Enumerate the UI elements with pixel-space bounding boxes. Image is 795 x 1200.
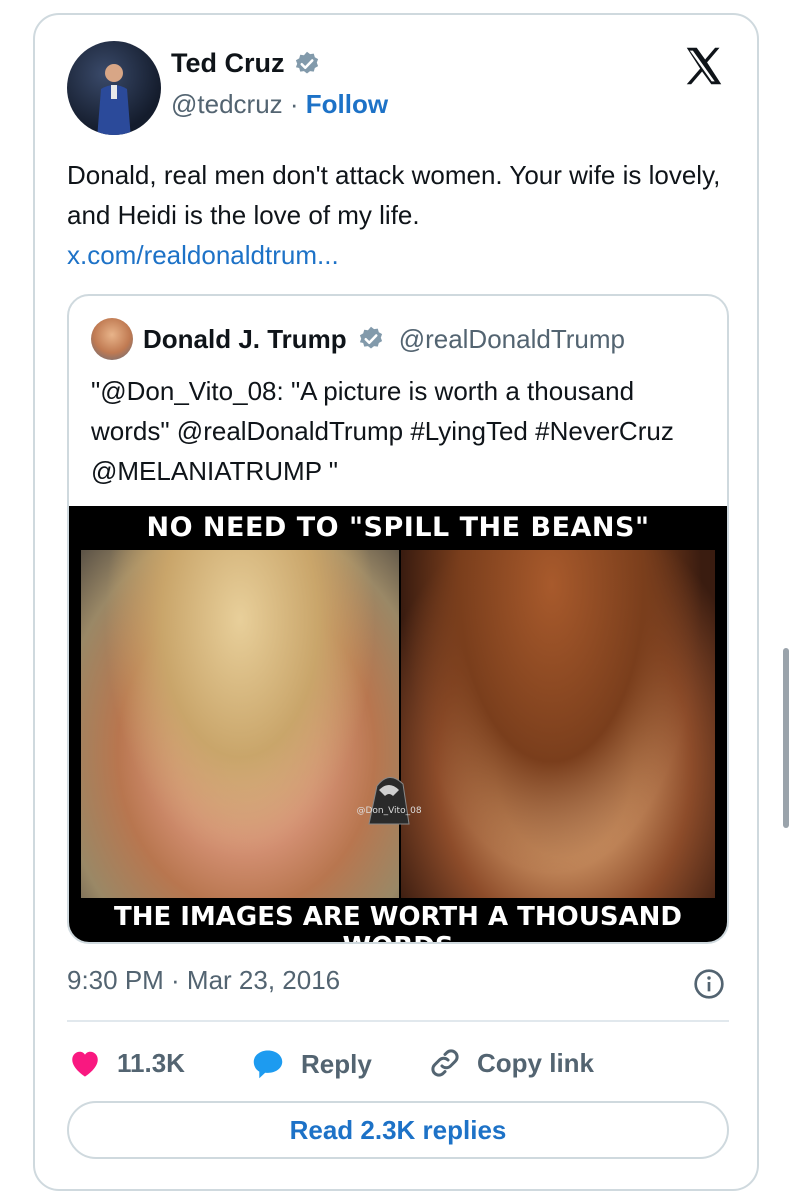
x-logo-icon[interactable] bbox=[681, 43, 727, 89]
verified-badge-icon bbox=[295, 51, 318, 73]
like-button[interactable]: 11.3K bbox=[67, 1045, 185, 1081]
author-name-row: Ted Cruz bbox=[171, 48, 321, 79]
avatar-figure bbox=[97, 64, 131, 135]
speech-bubble-icon bbox=[253, 1050, 283, 1079]
quoted-tweet[interactable]: Donald J. Trump @realDonaldTrump "@Don_V… bbox=[67, 294, 729, 944]
quoted-tweet-header: Donald J. Trump @realDonaldTrump bbox=[91, 318, 625, 360]
divider bbox=[67, 1020, 729, 1022]
info-icon[interactable] bbox=[693, 968, 725, 1000]
author-handle[interactable]: @tedcruz bbox=[171, 89, 283, 119]
separator-dot: · bbox=[289, 89, 299, 119]
like-count: 11.3K bbox=[117, 1047, 185, 1078]
meme-left-photo bbox=[81, 550, 399, 898]
reply-label: Reply bbox=[301, 1048, 372, 1079]
link-icon bbox=[431, 1049, 459, 1077]
tweet-link[interactable]: x.com/realdonaldtrum... bbox=[67, 235, 727, 275]
embedded-tweet-card: Ted Cruz @tedcruz · Follow Donald, real … bbox=[33, 13, 759, 1191]
copy-link-label: Copy link bbox=[477, 1047, 595, 1078]
tweet-timestamp[interactable]: 9:30 PM · Mar 23, 2016 bbox=[67, 965, 340, 996]
meme-image[interactable]: @Don_Vito_08 NO NEED TO "SPILL THE BEANS… bbox=[69, 506, 727, 942]
tweet-actions: 11.3K Reply Copy link bbox=[67, 1045, 729, 1089]
meme-top-caption: NO NEED TO "SPILL THE BEANS" bbox=[146, 512, 650, 543]
meme-watermark: @Don_Vito_08 bbox=[356, 806, 422, 816]
heart-icon bbox=[72, 1051, 98, 1077]
meme-right-photo bbox=[401, 550, 715, 898]
right-photo-hair bbox=[401, 550, 715, 898]
read-replies-button[interactable]: Read 2.3K replies bbox=[67, 1101, 729, 1159]
author-name[interactable]: Ted Cruz bbox=[171, 48, 285, 79]
copy-link-button[interactable]: Copy link bbox=[427, 1045, 594, 1081]
author-avatar[interactable] bbox=[67, 41, 161, 135]
reply-button[interactable]: Reply bbox=[249, 1045, 372, 1083]
verified-badge-icon bbox=[359, 326, 382, 349]
quoted-author-handle[interactable]: @realDonaldTrump bbox=[399, 324, 625, 355]
quoted-author-avatar[interactable] bbox=[91, 318, 133, 360]
watermark-logo-icon bbox=[368, 777, 410, 825]
meme-bottom-caption: THE IMAGES ARE WORTH A THOUSAND WORDS bbox=[113, 902, 683, 942]
quoted-author-name[interactable]: Donald J. Trump bbox=[143, 324, 347, 355]
follow-button[interactable]: Follow bbox=[306, 89, 388, 119]
author-handle-row: @tedcruz · Follow bbox=[171, 89, 388, 120]
scrollbar[interactable] bbox=[783, 648, 789, 828]
tweet-body: Donald, real men don't attack women. You… bbox=[67, 155, 727, 275]
quoted-tweet-text: "@Don_Vito_08: "A picture is worth a tho… bbox=[91, 376, 674, 486]
tweet-text: Donald, real men don't attack women. You… bbox=[67, 160, 721, 230]
left-photo-hair bbox=[81, 550, 399, 898]
